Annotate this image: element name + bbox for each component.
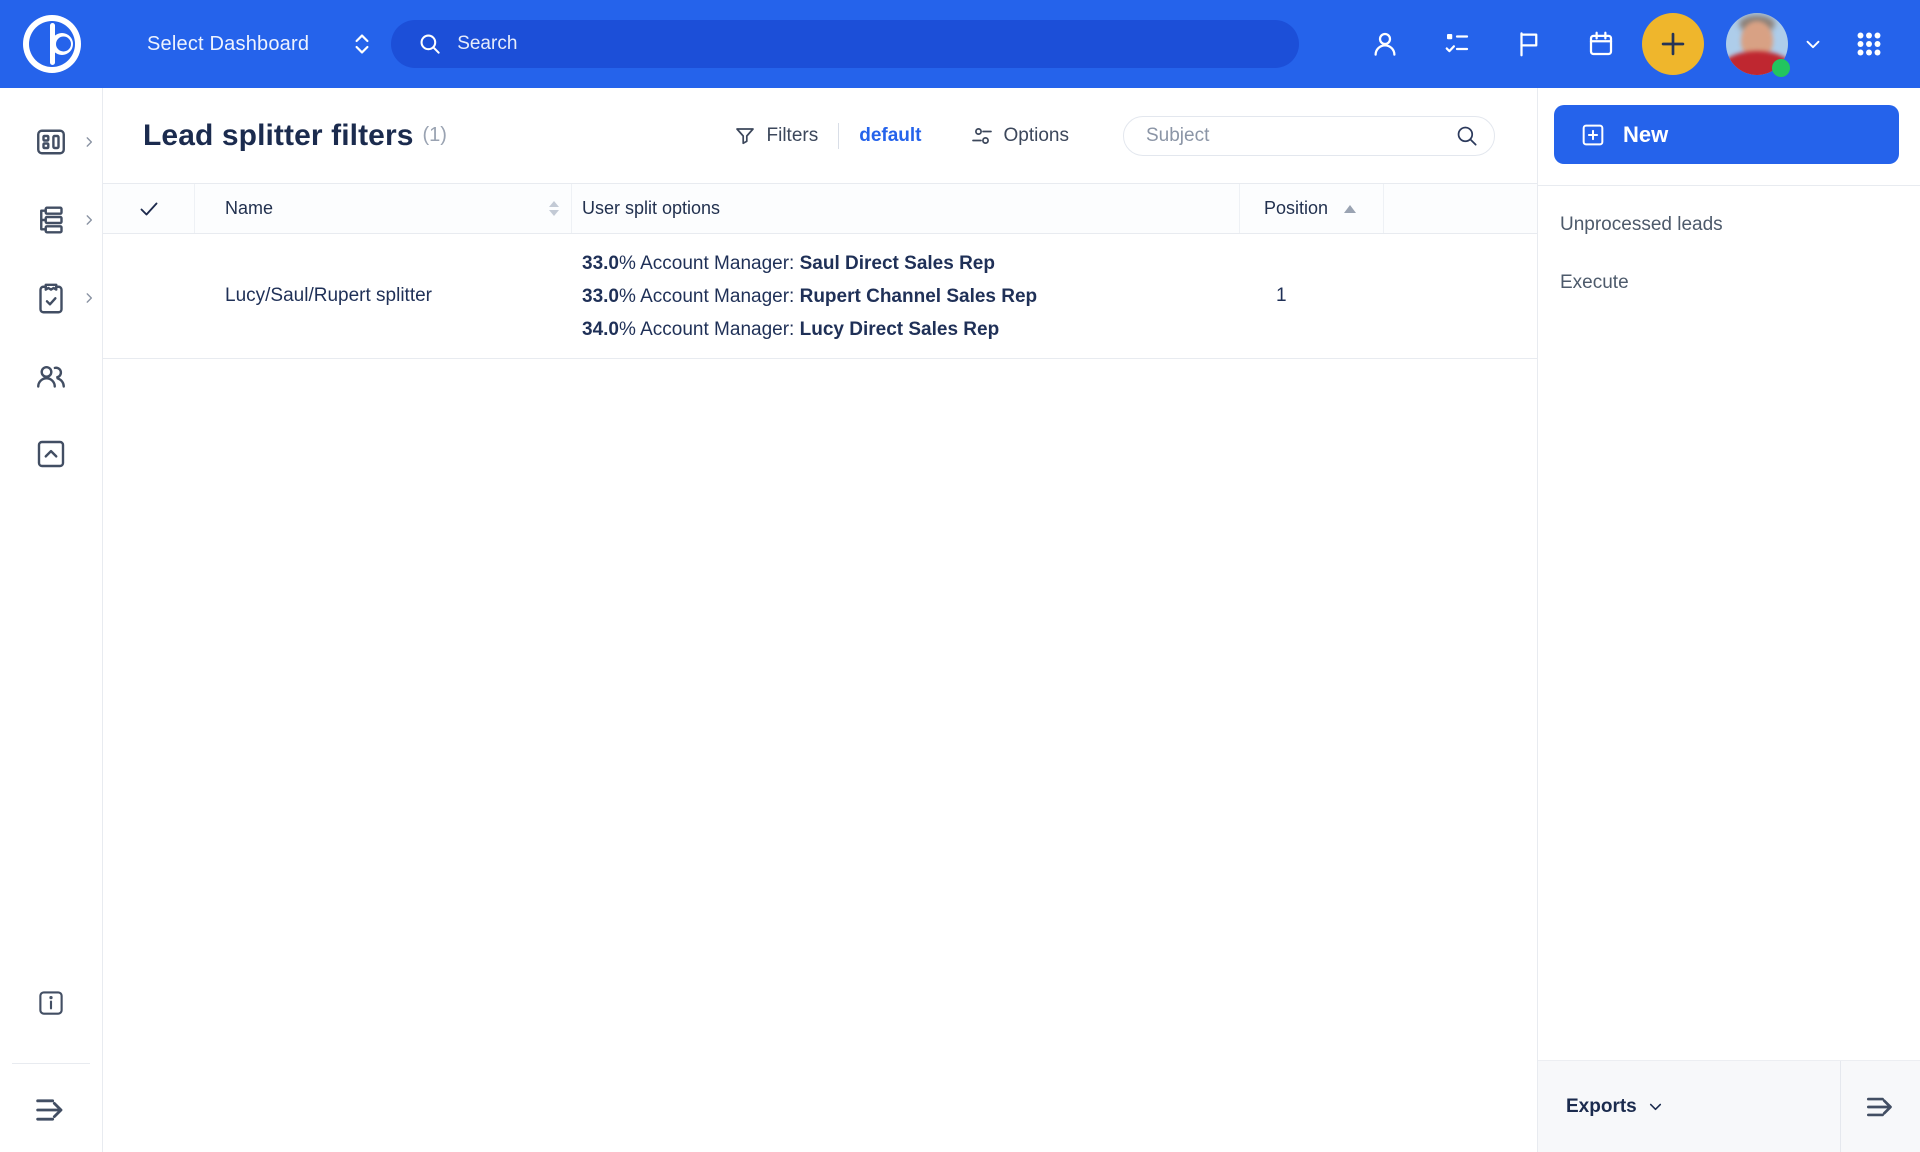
sidebar-item-forms[interactable] bbox=[0, 259, 102, 337]
chevron-down-icon bbox=[1802, 33, 1824, 55]
tasks-icon[interactable] bbox=[1442, 29, 1472, 59]
filters-label: Filters bbox=[767, 125, 819, 147]
search-input[interactable] bbox=[457, 33, 1237, 55]
brand-logo[interactable] bbox=[0, 14, 103, 74]
panel-collapse-button[interactable] bbox=[1840, 1061, 1920, 1152]
chevron-right-icon bbox=[82, 135, 96, 149]
sidebar-item-imports[interactable] bbox=[0, 415, 102, 493]
sidebar bbox=[0, 88, 103, 1152]
hierarchy-icon bbox=[33, 202, 69, 238]
options-label: Options bbox=[1004, 125, 1069, 147]
sidebar-collapse-button[interactable] bbox=[0, 1090, 102, 1130]
global-search bbox=[391, 20, 1299, 68]
row-position-cell: 1 bbox=[1240, 234, 1384, 358]
subject-input[interactable] bbox=[1123, 116, 1495, 156]
panel-link-execute[interactable]: Execute bbox=[1538, 254, 1920, 312]
dashboard-selector-label: Select Dashboard bbox=[147, 33, 309, 56]
sliders-icon bbox=[970, 124, 994, 148]
table-header-row: Name User split options Position bbox=[103, 184, 1537, 234]
row-name: Lucy/Saul/Rupert splitter bbox=[225, 285, 432, 307]
apps-grid-button[interactable] bbox=[1852, 27, 1886, 61]
name-header-label: Name bbox=[225, 198, 273, 219]
sidebar-item-hierarchy[interactable] bbox=[0, 181, 102, 259]
flag-icon[interactable] bbox=[1514, 29, 1544, 59]
sidebar-item-dashboards[interactable] bbox=[0, 103, 102, 181]
quick-add-button[interactable] bbox=[1642, 13, 1704, 75]
name-column-header[interactable]: Name bbox=[195, 184, 572, 233]
user-avatar[interactable] bbox=[1726, 13, 1788, 75]
filter-preset-link[interactable]: default bbox=[859, 125, 921, 147]
row-select-cell[interactable] bbox=[103, 234, 195, 358]
lead-splitter-table: Name User split options Position Lucy bbox=[103, 183, 1537, 359]
person-icon[interactable] bbox=[1370, 29, 1400, 59]
clipboard-check-icon bbox=[33, 280, 69, 316]
brand-logo-icon bbox=[22, 14, 82, 74]
row-position: 1 bbox=[1276, 285, 1287, 307]
action-panel: New Unprocessed leads Execute Exports bbox=[1537, 88, 1920, 1152]
chevron-right-icon bbox=[82, 291, 96, 305]
split-line: 33.0% Account Manager: Rupert Channel Sa… bbox=[582, 280, 1037, 313]
funnel-icon bbox=[733, 124, 757, 148]
sidebar-divider bbox=[12, 1063, 90, 1064]
row-actions-cell bbox=[1384, 234, 1537, 358]
filters-button[interactable]: Filters bbox=[733, 124, 819, 148]
exports-label: Exports bbox=[1566, 1096, 1637, 1118]
chevron-right-icon bbox=[82, 213, 96, 227]
panel-link-unprocessed-leads[interactable]: Unprocessed leads bbox=[1538, 196, 1920, 254]
plus-icon bbox=[1656, 27, 1690, 61]
search-icon bbox=[417, 31, 443, 57]
split-line: 33.0% Account Manager: Saul Direct Sales… bbox=[582, 247, 1037, 280]
sidebar-item-users[interactable] bbox=[0, 337, 102, 415]
apps-grid-icon bbox=[1852, 27, 1886, 61]
users-icon bbox=[33, 358, 69, 394]
position-header-label: Position bbox=[1264, 198, 1328, 219]
account-menu-chevron[interactable] bbox=[1802, 33, 1824, 55]
options-button[interactable]: Options bbox=[970, 124, 1069, 148]
collapse-arrow-icon bbox=[1862, 1088, 1900, 1126]
page-count: (1) bbox=[423, 124, 447, 147]
main-content: Lead splitter filters (1) Filters defaul… bbox=[103, 88, 1537, 1152]
content-header: Lead splitter filters (1) Filters defaul… bbox=[103, 88, 1537, 183]
sort-icons bbox=[549, 201, 559, 216]
split-options-column-header[interactable]: User split options bbox=[572, 184, 1240, 233]
info-square-icon bbox=[34, 986, 68, 1020]
chevron-up-square-icon bbox=[33, 436, 69, 472]
new-button[interactable]: New bbox=[1554, 105, 1899, 164]
split-options-header-label: User split options bbox=[582, 198, 720, 219]
new-button-label: New bbox=[1623, 122, 1668, 148]
subject-search bbox=[1123, 116, 1495, 156]
row-name-cell: Lucy/Saul/Rupert splitter bbox=[195, 234, 572, 358]
row-split-cell: 33.0% Account Manager: Saul Direct Sales… bbox=[572, 234, 1240, 358]
list-controls: Filters default Options bbox=[733, 116, 1496, 156]
chevron-down-icon bbox=[1646, 1097, 1665, 1116]
collapse-arrow-icon bbox=[31, 1090, 71, 1130]
status-online-dot bbox=[1772, 59, 1790, 77]
calendar-icon[interactable] bbox=[1586, 29, 1616, 59]
dashboard-selector[interactable]: Select Dashboard bbox=[147, 31, 375, 57]
app-window: Select Dashboard bbox=[0, 0, 1920, 1152]
controls-divider bbox=[838, 123, 839, 149]
topbar: Select Dashboard bbox=[0, 0, 1920, 88]
dashboard-icon bbox=[33, 124, 69, 160]
split-lines: 33.0% Account Manager: Saul Direct Sales… bbox=[582, 247, 1037, 346]
split-line: 34.0% Account Manager: Lucy Direct Sales… bbox=[582, 313, 1037, 346]
position-column-header[interactable]: Position bbox=[1240, 184, 1384, 233]
select-all-header[interactable] bbox=[103, 184, 195, 233]
actions-column-header bbox=[1384, 184, 1537, 233]
table-row[interactable]: Lucy/Saul/Rupert splitter 33.0% Account … bbox=[103, 234, 1537, 359]
info-button[interactable] bbox=[0, 986, 102, 1020]
page-title: Lead splitter filters bbox=[143, 119, 414, 153]
selector-chevrons-icon bbox=[349, 31, 375, 57]
check-icon bbox=[137, 197, 161, 221]
panel-links: Unprocessed leads Execute bbox=[1538, 186, 1920, 312]
exports-bar: Exports bbox=[1538, 1060, 1920, 1152]
topbar-actions bbox=[1370, 13, 1886, 75]
plus-square-icon bbox=[1579, 121, 1607, 149]
sort-ascending-icon bbox=[1344, 205, 1356, 213]
subject-search-icon[interactable] bbox=[1454, 123, 1480, 149]
exports-dropdown[interactable]: Exports bbox=[1538, 1061, 1840, 1152]
